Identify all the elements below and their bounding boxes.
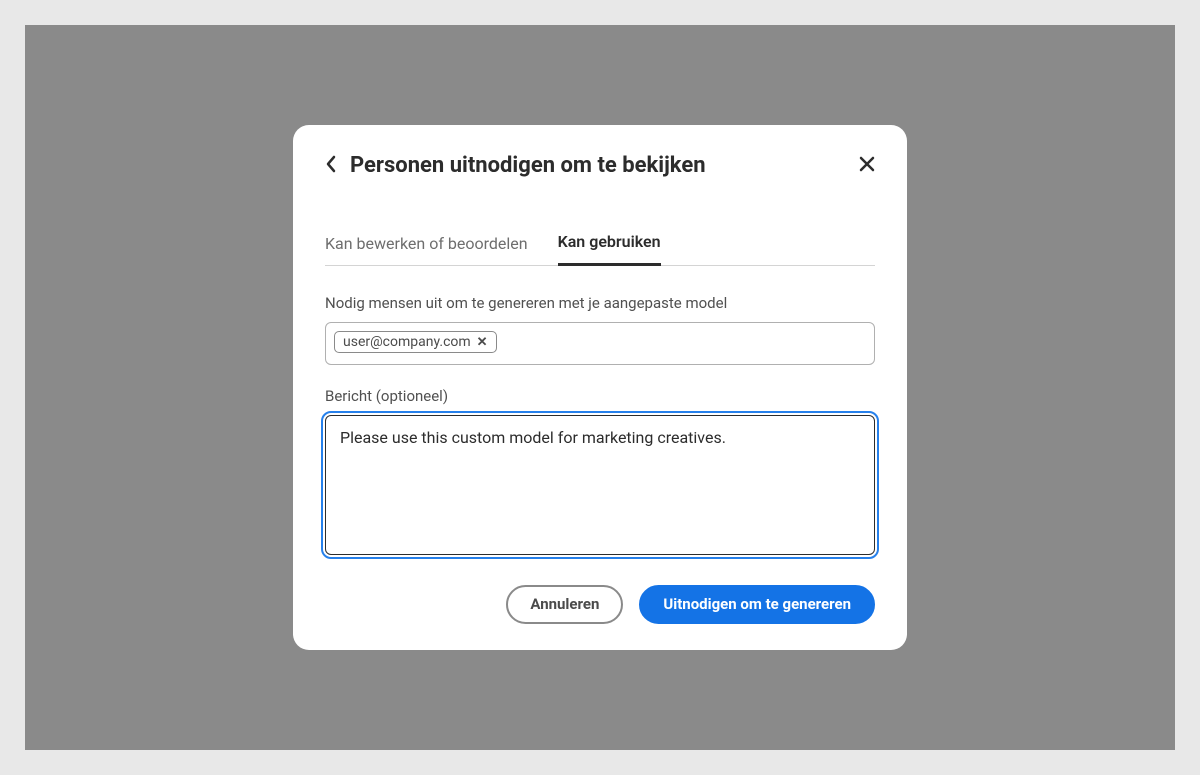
- chevron-left-icon: [325, 154, 336, 178]
- cancel-button[interactable]: Annuleren: [506, 585, 623, 624]
- email-chip-remove[interactable]: ✕: [477, 336, 488, 349]
- close-icon: [859, 153, 875, 178]
- modal-header: Personen uitnodigen om te bekijken: [325, 153, 875, 178]
- invite-modal: Personen uitnodigen om te bekijken Kan b…: [293, 125, 907, 650]
- message-textarea[interactable]: [325, 415, 875, 555]
- email-chip-text: user@company.com: [343, 334, 471, 350]
- close-button[interactable]: [859, 155, 875, 177]
- tabs: Kan bewerken of beoordelen Kan gebruiken: [325, 232, 875, 266]
- email-input[interactable]: user@company.com ✕: [325, 322, 875, 365]
- invite-label: Nodig mensen uit om te genereren met je …: [325, 294, 875, 312]
- message-label: Bericht (optioneel): [325, 387, 875, 405]
- invite-button[interactable]: Uitnodigen om te genereren: [639, 585, 875, 624]
- close-icon: ✕: [477, 335, 488, 350]
- back-button[interactable]: [325, 155, 336, 176]
- modal-actions: Annuleren Uitnodigen om te genereren: [325, 585, 875, 624]
- email-chip: user@company.com ✕: [334, 331, 497, 353]
- modal-backdrop: Personen uitnodigen om te bekijken Kan b…: [25, 25, 1175, 750]
- tab-can-use[interactable]: Kan gebruiken: [558, 232, 661, 266]
- tab-edit-review[interactable]: Kan bewerken of beoordelen: [325, 232, 528, 266]
- title-group: Personen uitnodigen om te bekijken: [325, 153, 706, 178]
- modal-title: Personen uitnodigen om te bekijken: [350, 153, 706, 178]
